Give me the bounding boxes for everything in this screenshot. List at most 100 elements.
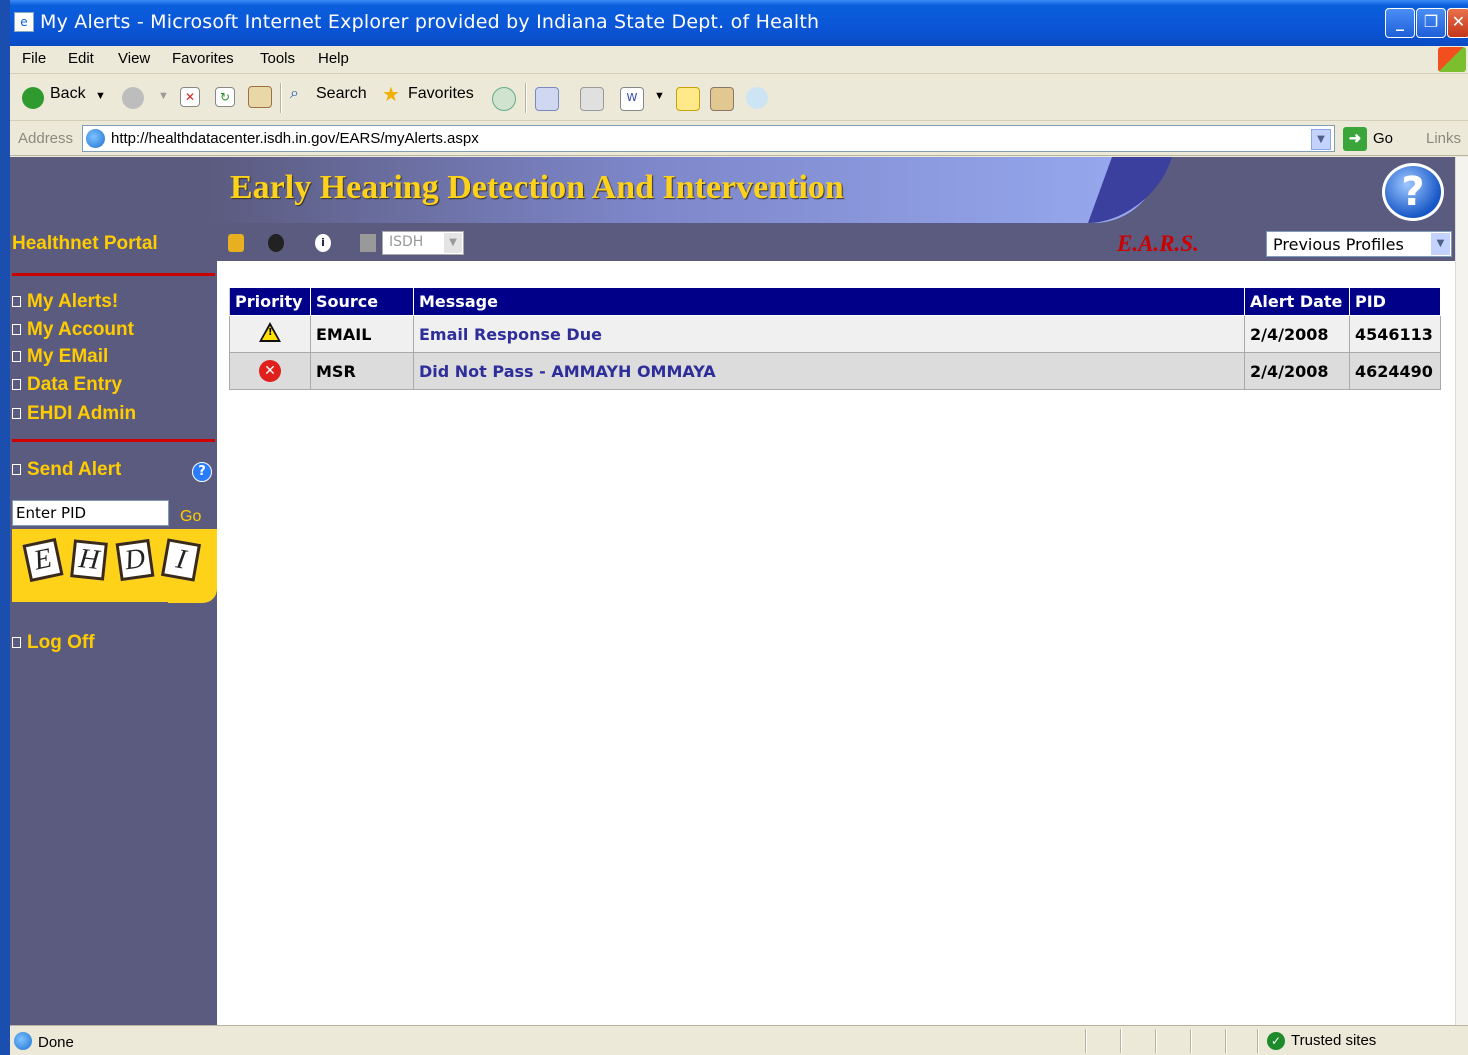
profiles-select[interactable]: Previous Profiles ▼ xyxy=(1266,231,1452,257)
vertical-scrollbar[interactable] xyxy=(1455,157,1468,1025)
address-dropdown-icon[interactable]: ▼ xyxy=(1311,129,1331,150)
log-off-label: Log Off xyxy=(27,632,95,653)
research-icon[interactable] xyxy=(710,87,734,111)
column-alert-date[interactable]: Alert Date xyxy=(1244,287,1350,316)
sidebar-item-my-email[interactable]: My EMail xyxy=(12,346,108,368)
log-off-link[interactable]: Log Off xyxy=(12,632,95,654)
bullet-icon xyxy=(12,379,21,391)
minimize-button[interactable]: _ xyxy=(1385,8,1415,38)
favorites-button[interactable]: Favorites xyxy=(408,85,474,103)
agency-select[interactable]: ISDH ▼ xyxy=(382,231,464,255)
sidebar-lower: Log Off xyxy=(10,602,168,1022)
table-row[interactable]: ✕ MSR Did Not Pass - AMMAYH OMMAYA 2/4/2… xyxy=(229,352,1441,390)
close-button[interactable]: ✕ xyxy=(1447,8,1468,38)
alert-date-cell: 2/4/2008 xyxy=(1244,352,1350,390)
menu-file[interactable]: File xyxy=(22,50,46,67)
pid-cell: 4624490 xyxy=(1349,352,1441,390)
links-button[interactable]: Links xyxy=(1426,130,1461,147)
logo-block-h: H xyxy=(70,539,108,581)
menu-help[interactable]: Help xyxy=(318,50,349,67)
security-zone[interactable]: ✓ Trusted sites xyxy=(1267,1032,1377,1051)
search-icon[interactable]: ⌕ xyxy=(290,85,299,103)
media-icon[interactable] xyxy=(492,87,516,111)
sidebar-item-ehdi-admin[interactable]: EHDI Admin xyxy=(12,403,136,425)
sidebar-item-data-entry[interactable]: Data Entry xyxy=(12,374,122,396)
address-input[interactable]: http://healthdatacenter.isdh.in.gov/EARS… xyxy=(82,125,1335,152)
menu-edit[interactable]: Edit xyxy=(68,50,94,67)
message-link[interactable]: Email Response Due xyxy=(413,315,1245,353)
alert-date-cell: 2/4/2008 xyxy=(1244,315,1350,353)
mail-icon[interactable] xyxy=(535,87,559,111)
banner-title: Early Hearing Detection And Intervention xyxy=(230,169,844,206)
send-alert-label: Send Alert xyxy=(27,459,122,480)
edit-dropdown-icon[interactable]: ▼ xyxy=(654,90,665,102)
menu-tools[interactable]: Tools xyxy=(260,50,295,67)
source-cell: EMAIL xyxy=(310,315,414,353)
status-bar: Done ✓ Trusted sites xyxy=(10,1025,1468,1055)
status-divider xyxy=(1257,1029,1259,1053)
table-row[interactable]: ! EMAIL Email Response Due 2/4/2008 4546… xyxy=(229,315,1441,353)
sidebar-item-label: My Alerts! xyxy=(27,291,119,312)
status-divider xyxy=(1190,1029,1192,1053)
table-header-row: Priority Source Message Alert Date PID xyxy=(229,287,1441,316)
go-arrow-icon: ➜ xyxy=(1343,127,1367,151)
restore-button[interactable]: ❐ xyxy=(1416,8,1446,38)
menu-view[interactable]: View xyxy=(118,50,150,67)
help-icon[interactable]: ? xyxy=(1382,163,1444,221)
column-pid[interactable]: PID xyxy=(1349,287,1441,316)
messenger-icon[interactable] xyxy=(746,87,768,109)
sidebar-item-my-alerts[interactable]: My Alerts! xyxy=(12,291,118,313)
pid-cell: 4546113 xyxy=(1349,315,1441,353)
forward-arrow-icon[interactable] xyxy=(122,87,144,109)
edit-word-icon[interactable]: W xyxy=(620,87,644,111)
bullet-icon xyxy=(12,408,21,420)
database-icon[interactable] xyxy=(228,234,244,252)
bullet-icon xyxy=(12,324,21,336)
header-banner: Early Hearing Detection And Intervention… xyxy=(10,157,1455,223)
sidebar-item-my-account[interactable]: My Account xyxy=(12,319,134,341)
home-icon[interactable] xyxy=(248,86,272,108)
status-divider xyxy=(1225,1029,1227,1053)
window-title-bar[interactable]: e My Alerts - Microsoft Internet Explore… xyxy=(10,0,1468,46)
bullet-icon xyxy=(12,351,21,363)
profiles-select-value: Previous Profiles xyxy=(1273,235,1404,254)
back-button[interactable]: Back xyxy=(50,85,86,103)
priority-cell: ✕ xyxy=(229,352,311,390)
trusted-check-icon: ✓ xyxy=(1267,1032,1285,1051)
refresh-icon[interactable]: ↻ xyxy=(215,87,235,107)
building-icon[interactable] xyxy=(360,234,376,252)
ears-label: E.A.R.S. xyxy=(1117,231,1199,256)
discuss-icon[interactable] xyxy=(676,87,700,111)
page-content: Early Hearing Detection And Intervention… xyxy=(10,157,1455,1025)
back-arrow-icon[interactable] xyxy=(22,87,44,109)
security-zone-label: Trusted sites xyxy=(1291,1032,1377,1049)
stop-icon[interactable]: ✕ xyxy=(180,87,200,107)
send-alert-help-icon[interactable]: ? xyxy=(192,462,212,482)
ehdi-logo: E H D I xyxy=(12,529,217,603)
toolbar: Back ▼ ▼ ✕ ↻ ⌕ Search ★ Favorites W ▼ xyxy=(10,75,1468,121)
bullet-icon xyxy=(12,296,21,308)
forward-dropdown-icon[interactable]: ▼ xyxy=(158,90,169,102)
pid-input[interactable]: Enter PID xyxy=(12,500,169,526)
favorites-star-icon[interactable]: ★ xyxy=(382,82,400,107)
toolbar-separator xyxy=(525,83,527,113)
agency-select-value: ISDH xyxy=(389,234,424,250)
send-alert-link[interactable]: Send Alert xyxy=(12,459,121,481)
print-icon[interactable] xyxy=(580,87,604,111)
back-dropdown-icon[interactable]: ▼ xyxy=(95,90,106,102)
pid-go-button[interactable]: Go xyxy=(180,508,201,526)
info-icon[interactable]: i xyxy=(315,234,331,252)
priority-cell: ! xyxy=(229,315,311,353)
address-url: http://healthdatacenter.isdh.in.gov/EARS… xyxy=(111,130,479,147)
portal-bar: Healthnet Portal i ISDH ▼ E.A.R.S. Previ… xyxy=(10,223,1455,261)
user-icon[interactable] xyxy=(268,234,284,252)
menu-favorites[interactable]: Favorites xyxy=(172,50,234,67)
portal-label: Healthnet Portal xyxy=(12,233,158,254)
column-priority[interactable]: Priority xyxy=(229,287,311,316)
message-link[interactable]: Did Not Pass - AMMAYH OMMAYA xyxy=(413,352,1245,390)
go-button[interactable]: ➜ Go xyxy=(1343,127,1393,151)
search-button[interactable]: Search xyxy=(316,85,367,103)
column-message[interactable]: Message xyxy=(413,287,1245,316)
windows-logo-icon xyxy=(1438,47,1466,72)
column-source[interactable]: Source xyxy=(310,287,414,316)
